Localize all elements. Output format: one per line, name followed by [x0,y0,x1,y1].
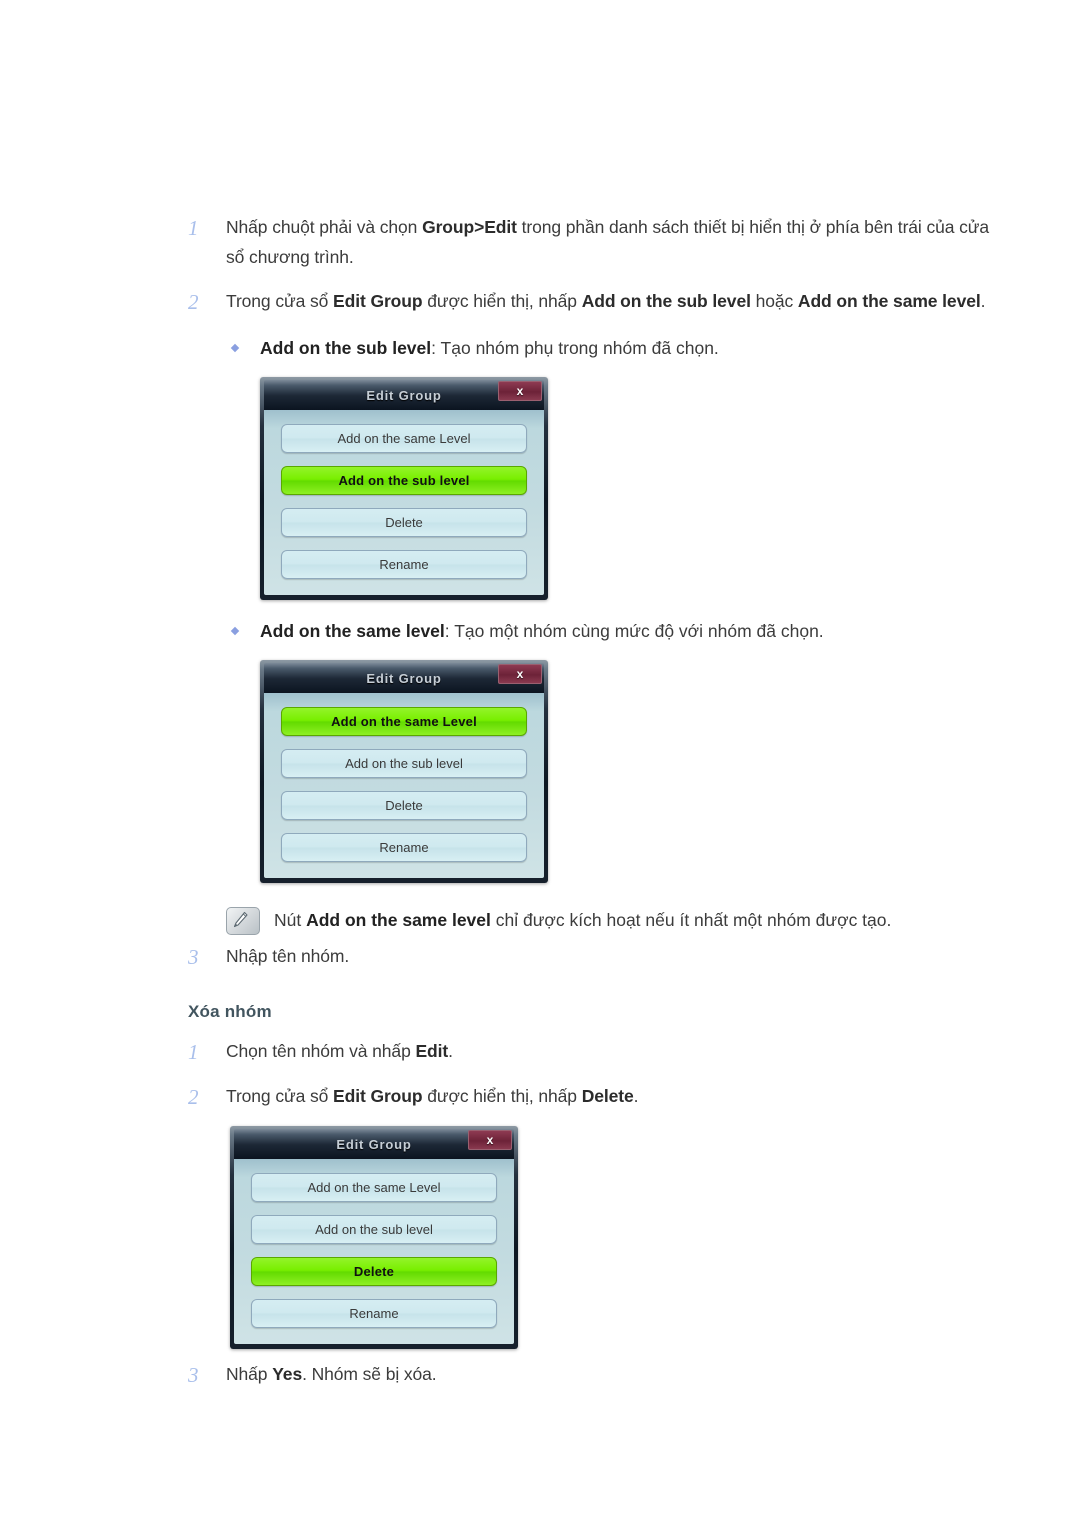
step-text: Nhấp Yes. Nhóm sẽ bị xóa. [226,1364,437,1384]
delete-button[interactable]: Delete [251,1257,497,1286]
step-text: Nhập tên nhóm. [226,946,350,966]
step-text: Nhấp chuột phải và chọn Group>Edit trong… [226,217,990,267]
add-on-sub-level-button[interactable]: Add on the sub level [281,466,527,495]
dialog-title: Edit Group [366,670,442,686]
edit-group-dialog[interactable]: Edit Group x Add on the same Level Add o… [260,377,548,600]
edit-group-dialog[interactable]: Edit Group x Add on the same Level Add o… [260,660,548,883]
bullet-text: Add on the same level: Tạo một nhóm cùng… [260,621,824,641]
step-number: 3 [188,945,199,969]
dialog-titlebar: Edit Group x [234,1129,514,1159]
step-text: Chọn tên nhóm và nhấp Edit. [226,1041,453,1061]
close-icon[interactable]: x [468,1130,512,1150]
step-item: 3 Nhấp Yes. Nhóm sẽ bị xóa. [188,1359,998,1390]
section-heading: Xóa nhóm [188,1002,272,1021]
edit-group-dialog[interactable]: Edit Group x Add on the same Level Add o… [230,1126,518,1349]
bullet-marker-icon [226,616,260,636]
add-on-sub-level-button[interactable]: Add on the sub level [281,749,527,778]
note-pencil-icon [226,907,260,935]
step-item: 1 Chọn tên nhóm và nhấp Edit. [188,1036,998,1067]
note-callout: Nút Add on the same level chỉ được kích … [226,905,998,935]
rename-button[interactable]: Rename [281,833,527,862]
add-on-same-level-button[interactable]: Add on the same Level [281,707,527,736]
step-text: Trong cửa sổ Edit Group được hiển thị, n… [226,291,986,311]
close-icon[interactable]: x [498,381,542,401]
delete-button[interactable]: Delete [281,791,527,820]
step-item: 2 Trong cửa sổ Edit Group được hiển thị,… [188,286,998,317]
dialog-wrapper-same-level: Edit Group x Add on the same Level Add o… [260,660,998,883]
step-item: 3 Nhập tên nhóm. [188,941,998,972]
dialog-title: Edit Group [366,387,442,403]
add-on-same-level-button[interactable]: Add on the same Level [281,424,527,453]
step-item: 2 Trong cửa sổ Edit Group được hiển thị,… [188,1081,998,1112]
rename-button[interactable]: Rename [251,1299,497,1328]
add-on-same-level-button[interactable]: Add on the same Level [251,1173,497,1202]
note-text: Nút Add on the same level chỉ được kích … [274,910,892,930]
add-on-sub-level-button[interactable]: Add on the sub level [251,1215,497,1244]
delete-button[interactable]: Delete [281,508,527,537]
bullet-text: Add on the sub level: Tạo nhóm phụ trong… [260,338,719,358]
dialog-title: Edit Group [336,1136,412,1152]
page-content: 1 Nhấp chuột phải và chọn Group>Edit tro… [188,212,998,1404]
step-number: 3 [188,1363,199,1387]
step-number: 1 [188,216,199,240]
dialog-wrapper-delete: Edit Group x Add on the same Level Add o… [230,1126,998,1349]
rename-button[interactable]: Rename [281,550,527,579]
step-text: Trong cửa sổ Edit Group được hiển thị, n… [226,1086,639,1106]
close-icon[interactable]: x [498,664,542,684]
bullet-item-sub-level: Add on the sub level: Tạo nhóm phụ trong… [226,333,998,363]
dialog-titlebar: Edit Group x [264,380,544,410]
step-number: 2 [188,1085,199,1109]
step-number: 1 [188,1040,199,1064]
dialog-body: Add on the same Level Add on the sub lev… [264,410,544,595]
dialog-wrapper-sub-level: Edit Group x Add on the same Level Add o… [260,377,998,600]
step-item: 1 Nhấp chuột phải và chọn Group>Edit tro… [188,212,998,272]
bullet-item-same-level: Add on the same level: Tạo một nhóm cùng… [226,616,998,646]
step-number: 2 [188,290,199,314]
manual-page: 1 Nhấp chuột phải và chọn Group>Edit tro… [0,0,1080,1527]
bullet-marker-icon [226,333,260,353]
dialog-body: Add on the same Level Add on the sub lev… [234,1159,514,1344]
dialog-titlebar: Edit Group x [264,663,544,693]
dialog-body: Add on the same Level Add on the sub lev… [264,693,544,878]
